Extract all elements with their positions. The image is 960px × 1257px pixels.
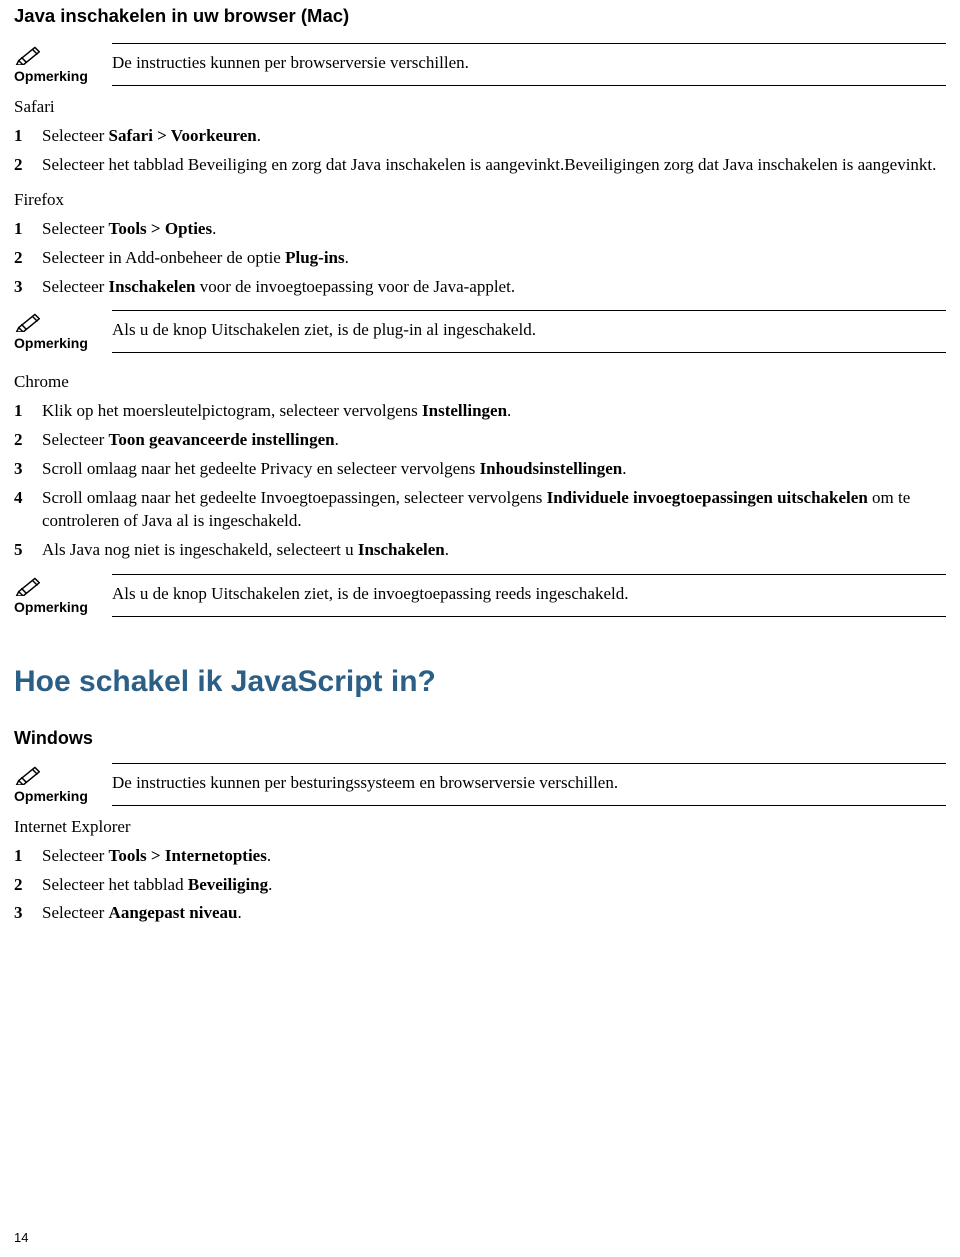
step-text: Selecteer (42, 903, 109, 922)
step-text: Selecteer het tabblad Beveiliging en zor… (42, 155, 936, 174)
step-bold: Toon geavanceerde instellingen (109, 430, 335, 449)
list-item: Scroll omlaag naar het gedeelte Invoegto… (14, 487, 946, 533)
step-text: Selecteer (42, 219, 109, 238)
step-text: . (335, 430, 339, 449)
page-number: 14 (14, 1229, 28, 1247)
step-text: Selecteer (42, 430, 109, 449)
step-text: Scroll omlaag naar het gedeelte Privacy … (42, 459, 480, 478)
step-text: Scroll omlaag naar het gedeelte Invoegto… (42, 488, 547, 507)
step-bold: Plug-ins (285, 248, 345, 267)
pencil-icon (14, 43, 44, 65)
safari-heading: Safari (14, 96, 946, 119)
pencil-icon (14, 310, 44, 332)
step-bold: Inschakelen (109, 277, 196, 296)
chrome-steps: Klik op het moersleutelpictogram, select… (14, 400, 946, 562)
step-text: . (268, 875, 272, 894)
list-item: Selecteer Safari > Voorkeuren. (14, 125, 946, 148)
chrome-heading: Chrome (14, 371, 946, 394)
note-text: De instructies kunnen per besturingssyst… (112, 763, 946, 806)
step-text: Klik op het moersleutelpictogram, select… (42, 401, 422, 420)
heading-mac: Java inschakelen in uw browser (Mac) (14, 4, 946, 29)
step-text: Selecteer (42, 277, 109, 296)
pencil-icon (14, 763, 44, 785)
note-text: Als u de knop Uitschakelen ziet, is de i… (112, 574, 946, 617)
step-text: . (622, 459, 626, 478)
note-block-2: Opmerking Als u de knop Uitschakelen zie… (14, 310, 946, 353)
step-bold: Instellingen (422, 401, 507, 420)
list-item: Selecteer het tabblad Beveiliging. (14, 874, 946, 897)
note-block-3: Opmerking Als u de knop Uitschakelen zie… (14, 574, 946, 617)
step-bold: Individuele invoegtoepassingen uitschake… (547, 488, 868, 507)
list-item: Selecteer het tabblad Beveiliging en zor… (14, 154, 946, 177)
step-text: Als Java nog niet is ingeschakeld, selec… (42, 540, 358, 559)
step-text: Selecteer het tabblad (42, 875, 188, 894)
list-item: Scroll omlaag naar het gedeelte Privacy … (14, 458, 946, 481)
step-text: . (257, 126, 261, 145)
firefox-steps: Selecteer Tools > Opties. Selecteer in A… (14, 218, 946, 299)
pencil-icon (14, 574, 44, 596)
list-item: Selecteer in Add-onbeheer de optie Plug-… (14, 247, 946, 270)
list-item: Selecteer Inschakelen voor de invoegtoep… (14, 276, 946, 299)
step-text: Selecteer (42, 846, 109, 865)
safari-steps: Selecteer Safari > Voorkeuren. Selecteer… (14, 125, 946, 177)
heading-javascript: Hoe schakel ik JavaScript in? (14, 662, 946, 703)
list-item: Als Java nog niet is ingeschakeld, selec… (14, 539, 946, 562)
step-text: . (345, 248, 349, 267)
note-block-1: Opmerking De instructies kunnen per brow… (14, 43, 946, 86)
step-text: Selecteer in Add-onbeheer de optie (42, 248, 285, 267)
list-item: Selecteer Toon geavanceerde instellingen… (14, 429, 946, 452)
step-bold: Safari > Voorkeuren (109, 126, 257, 145)
note-text: De instructies kunnen per browserversie … (112, 43, 946, 86)
step-text: Selecteer (42, 126, 109, 145)
note-label: Opmerking (14, 334, 86, 353)
note-label: Opmerking (14, 67, 86, 86)
step-bold: Inschakelen (358, 540, 445, 559)
step-bold: Tools > Opties (109, 219, 213, 238)
windows-heading: Windows (14, 726, 946, 750)
step-text: . (212, 219, 216, 238)
ie-heading: Internet Explorer (14, 816, 946, 839)
note-block-4: Opmerking De instructies kunnen per best… (14, 763, 946, 806)
firefox-heading: Firefox (14, 189, 946, 212)
step-bold: Tools > Internetopties (109, 846, 267, 865)
step-bold: Inhoudsinstellingen (480, 459, 623, 478)
step-bold: Aangepast niveau (109, 903, 238, 922)
note-text: Als u de knop Uitschakelen ziet, is de p… (112, 310, 946, 353)
step-text: . (445, 540, 449, 559)
step-text: . (237, 903, 241, 922)
note-label: Opmerking (14, 598, 86, 617)
note-label: Opmerking (14, 787, 86, 806)
ie-steps: Selecteer Tools > Internetopties. Select… (14, 845, 946, 926)
step-text: . (267, 846, 271, 865)
list-item: Selecteer Tools > Internetopties. (14, 845, 946, 868)
step-text: voor de invoegtoepassing voor de Java-ap… (195, 277, 515, 296)
list-item: Selecteer Aangepast niveau. (14, 902, 946, 925)
list-item: Selecteer Tools > Opties. (14, 218, 946, 241)
step-text: . (507, 401, 511, 420)
list-item: Klik op het moersleutelpictogram, select… (14, 400, 946, 423)
step-bold: Beveiliging (188, 875, 268, 894)
